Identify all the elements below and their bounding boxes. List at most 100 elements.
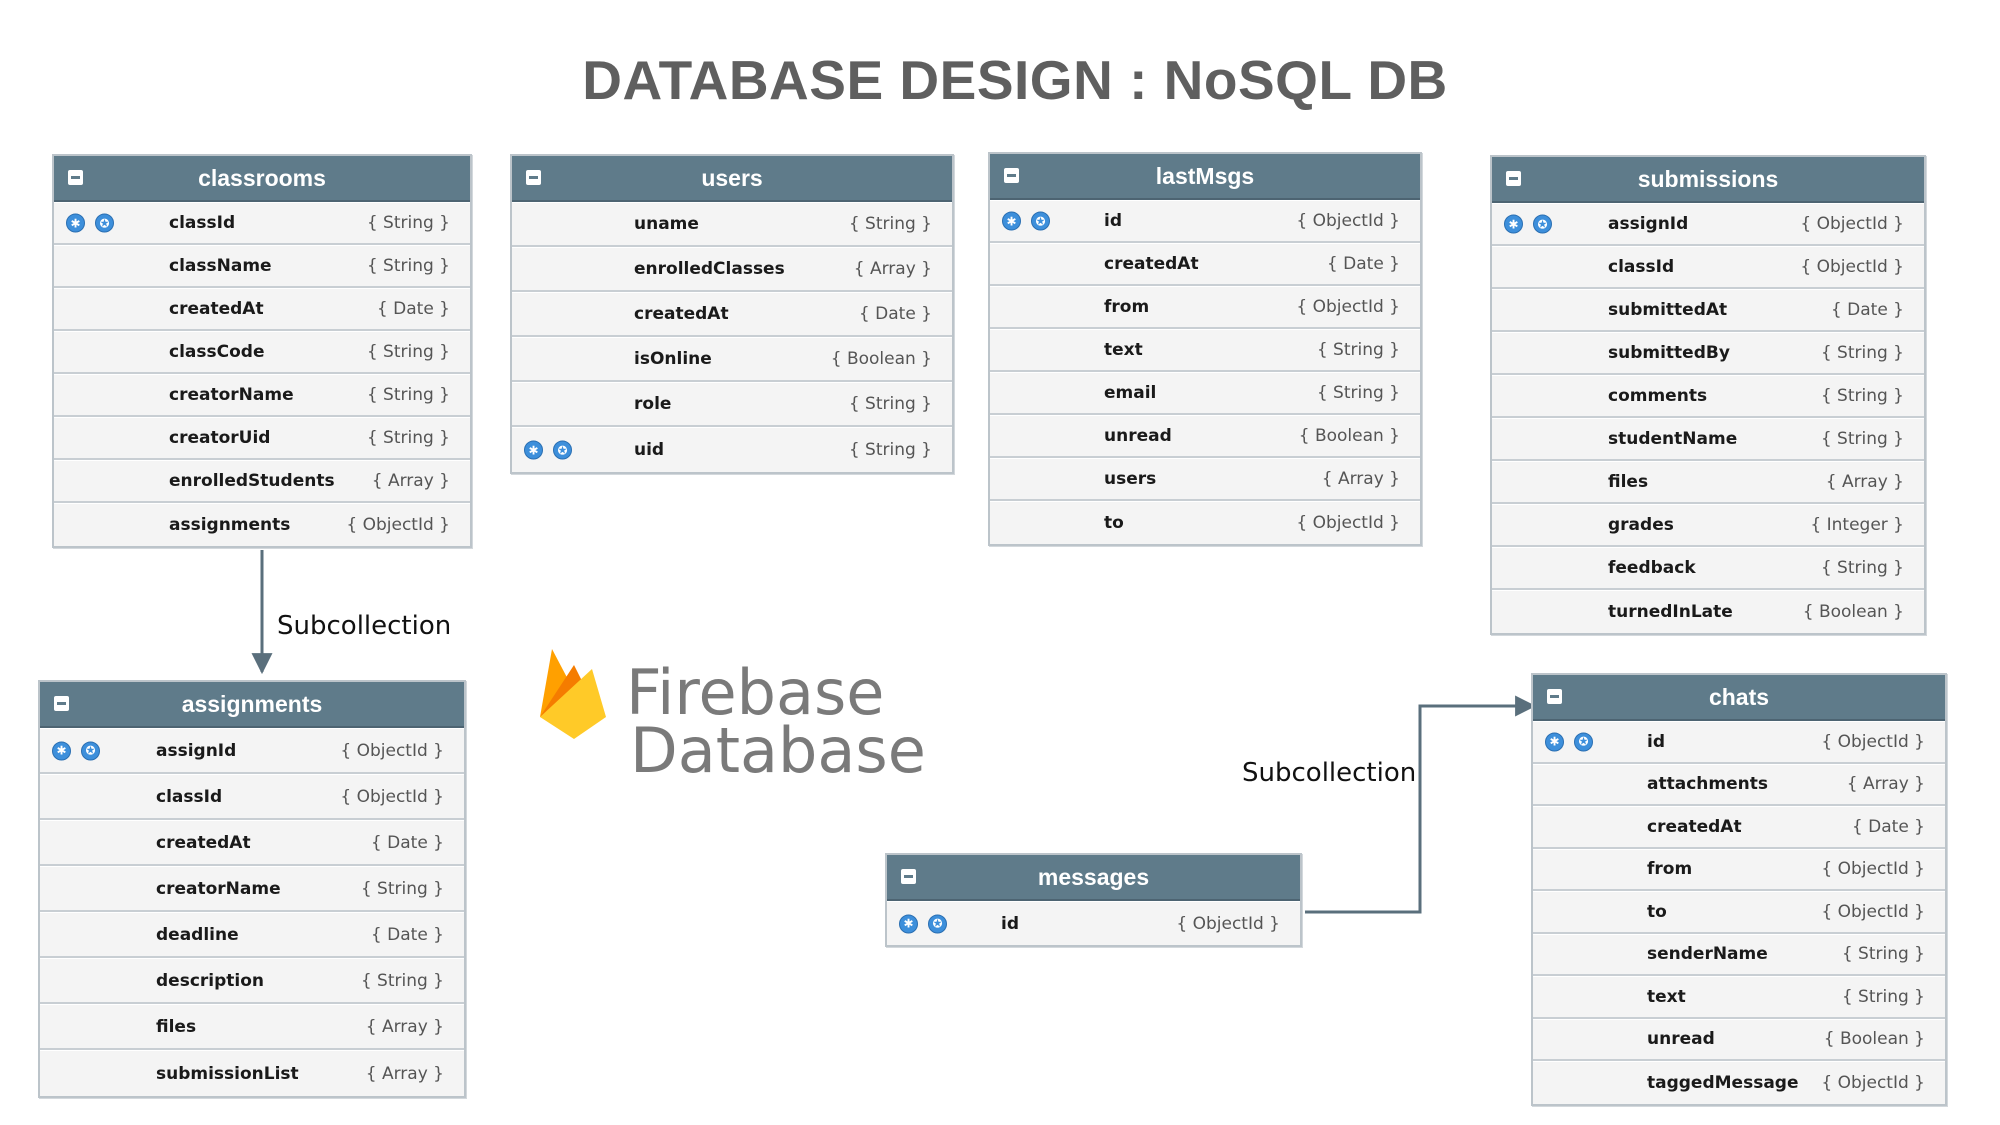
field-row: isOnline { Boolean } (512, 337, 952, 382)
field-type: { Array } (853, 259, 932, 279)
unique-key-icon: ✪ (1574, 732, 1593, 752)
field-type: { Date } (1851, 816, 1925, 837)
unique-key-icon: ✪ (1533, 214, 1552, 234)
field-name: createdAt (169, 299, 264, 319)
field-type: { Boolean } (1298, 426, 1400, 446)
field-name: studentName (1608, 429, 1738, 449)
field-type: { Array } (1846, 774, 1925, 795)
field-name: assignId (156, 740, 237, 761)
field-row: enrolledClasses { Array } (512, 247, 952, 292)
field-name: feedback (1608, 558, 1696, 578)
field-row: ✱ ✪ uid{ String } (512, 427, 952, 472)
field-type: { ObjectId } (1296, 513, 1400, 533)
field-row: to { ObjectId } (1533, 891, 1945, 934)
primary-key-icon: ✱ (1002, 211, 1021, 231)
field-name: classId (1608, 257, 1675, 277)
table-name: messages (1037, 863, 1150, 890)
table-header[interactable]: lastMsgs (990, 154, 1420, 200)
field-name: grades (1608, 515, 1674, 535)
field-row: feedback { String } (1492, 547, 1924, 590)
field-row: turnedInLate { Boolean } (1492, 590, 1924, 633)
field-name: unread (1104, 426, 1172, 446)
field-type: { String } (1820, 343, 1904, 363)
field-name: creatorName (156, 878, 281, 899)
collapse-icon[interactable] (1004, 168, 1019, 183)
field-row: ✱ ✪ id{ ObjectId } (887, 901, 1300, 945)
field-name: deadline (156, 924, 239, 945)
field-name: role (634, 394, 672, 414)
unique-key-icon: ✪ (81, 741, 100, 760)
table-header[interactable]: submissions (1492, 157, 1924, 203)
field-type: { Array } (371, 471, 450, 491)
field-type: { Date } (1830, 300, 1904, 320)
field-row: className { String } (54, 245, 470, 288)
field-name: comments (1608, 386, 1708, 406)
field-name: submissionList (156, 1063, 299, 1084)
field-row: role { String } (512, 382, 952, 427)
field-name: text (1647, 986, 1686, 1007)
primary-key-icon: ✱ (899, 914, 918, 933)
field-row: assignments { ObjectId } (54, 503, 470, 546)
field-name: uid (634, 440, 665, 460)
firebase-text-line2: Database (630, 714, 926, 787)
field-row: deadline { Date } (40, 912, 464, 958)
field-name: enrolledClasses (634, 259, 785, 279)
field-name: createdAt (156, 832, 251, 853)
table-name: users (701, 164, 763, 191)
unique-key-icon: ✪ (1031, 211, 1050, 231)
field-name: text (1104, 340, 1143, 360)
field-row: ✱ ✪ assignId{ ObjectId } (1492, 203, 1924, 246)
field-row: text { String } (990, 329, 1420, 372)
field-name: enrolledStudents (169, 471, 335, 491)
table-header[interactable]: assignments (40, 682, 464, 728)
field-name: classId (156, 786, 223, 807)
table-classrooms: classrooms ✱ ✪ classId{ String } className{ … (52, 154, 472, 548)
subcollection-label-right: Subcollection (1242, 758, 1417, 788)
field-type: { String } (1841, 944, 1925, 965)
collapse-icon[interactable] (526, 170, 541, 185)
field-type: { String } (366, 213, 450, 233)
field-type: { ObjectId } (1176, 913, 1280, 934)
key-icons: ✱ ✪ (66, 213, 114, 233)
table-header[interactable]: classrooms (54, 156, 470, 202)
field-name: createdAt (634, 304, 729, 324)
field-row: uname { String } (512, 202, 952, 247)
key-icons: ✱ ✪ (1545, 732, 1593, 752)
field-row: classCode { String } (54, 331, 470, 374)
field-name: email (1104, 383, 1157, 403)
field-row: senderName { String } (1533, 933, 1945, 976)
collapse-icon[interactable] (68, 170, 83, 185)
field-type: { String } (848, 214, 932, 234)
primary-key-icon: ✱ (524, 440, 543, 460)
field-row: attachments { Array } (1533, 763, 1945, 806)
key-icons: ✱ ✪ (524, 440, 572, 460)
subcollection-label-left: Subcollection (277, 611, 452, 641)
field-row: to { ObjectId } (990, 501, 1420, 544)
field-name: createdAt (1647, 816, 1742, 837)
field-type: { Date } (858, 304, 932, 324)
field-row: createdAt { Date } (1533, 806, 1945, 849)
field-type: { ObjectId } (1821, 901, 1925, 922)
field-row: description { String } (40, 958, 464, 1004)
field-type: { Array } (365, 1063, 444, 1084)
field-name: attachments (1647, 774, 1768, 795)
field-name: description (156, 970, 265, 991)
diagram-title: DATABASE DESIGN : NoSQL DB (582, 49, 1448, 111)
collapse-icon[interactable] (54, 696, 69, 711)
collapse-icon[interactable] (1547, 689, 1562, 704)
collapse-icon[interactable] (901, 869, 916, 884)
field-type: { ObjectId } (340, 786, 444, 807)
field-name: assignId (1608, 214, 1689, 234)
collapse-icon[interactable] (1506, 171, 1521, 186)
field-type: { Date } (376, 299, 450, 319)
field-row: unread { Boolean } (1533, 1018, 1945, 1061)
field-row: classId { ObjectId } (40, 774, 464, 820)
field-type: { ObjectId } (1821, 859, 1925, 880)
table-header[interactable]: chats (1533, 675, 1945, 721)
field-name: submittedBy (1608, 343, 1730, 363)
table-header[interactable]: messages (887, 855, 1300, 901)
table-header[interactable]: users (512, 156, 952, 202)
field-type: { ObjectId } (340, 740, 444, 761)
field-name: id (1647, 731, 1665, 752)
table-chats: chats ✱ ✪ id { ObjectId } attachments { Array … (1531, 673, 1947, 1106)
